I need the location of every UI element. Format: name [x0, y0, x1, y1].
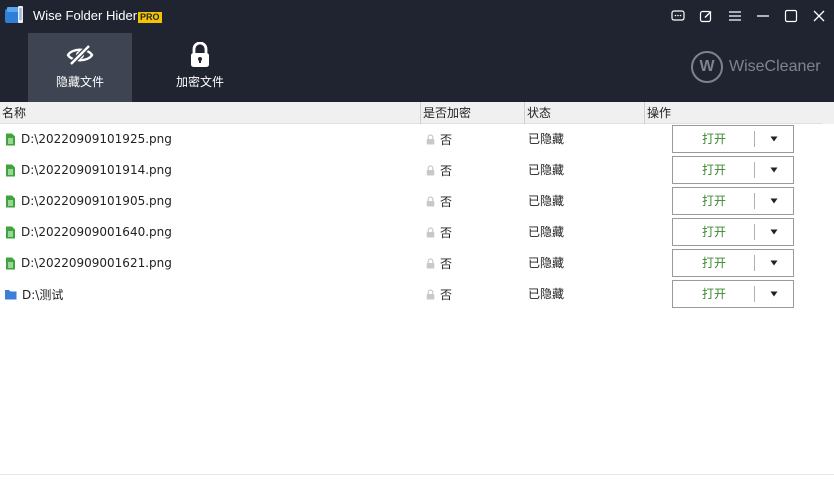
encrypted-value: 否	[440, 163, 453, 178]
action-split-button: 打开	[672, 156, 794, 184]
status-text: 已隐藏	[528, 163, 565, 177]
wisecleaner-logo-icon: W	[691, 51, 723, 83]
chat-icon	[671, 10, 685, 21]
encrypted-value: 否	[440, 225, 453, 240]
column-header-action[interactable]: 操作	[645, 102, 671, 124]
dropdown-arrow-icon	[770, 260, 778, 266]
close-icon	[813, 10, 825, 22]
file-icon	[6, 226, 15, 238]
dropdown-arrow-icon	[770, 198, 778, 204]
hamburger-icon	[729, 11, 741, 21]
table-header: 名称 是否加密 状态 操作	[0, 102, 834, 124]
open-button[interactable]: 打开	[673, 188, 755, 214]
column-header-encrypted[interactable]: 是否加密	[421, 102, 471, 124]
table-row[interactable]: D:\20220909101925.png 否 已隐藏 打开	[0, 124, 834, 155]
file-name: D:\20220909101914.png	[21, 163, 172, 177]
lock-icon	[426, 226, 435, 237]
encrypted-value: 否	[440, 194, 453, 209]
file-icon	[6, 164, 15, 176]
lock-icon	[426, 195, 435, 206]
status-bar-divider	[0, 474, 834, 475]
status-text: 已隐藏	[528, 132, 565, 146]
open-button[interactable]: 打开	[673, 219, 755, 245]
lock-icon	[426, 288, 435, 299]
minimize-button[interactable]	[751, 5, 775, 27]
scrollbar[interactable]	[822, 102, 834, 124]
status-text: 已隐藏	[528, 225, 565, 239]
action-dropdown-button[interactable]	[755, 219, 793, 245]
open-button[interactable]: 打开	[673, 157, 755, 183]
tab-hide-files[interactable]: 隐藏文件	[28, 33, 132, 102]
lock-icon	[426, 164, 435, 175]
open-button[interactable]: 打开	[673, 281, 755, 307]
maximize-icon	[784, 9, 798, 23]
lock-icon	[426, 133, 435, 144]
status-text: 已隐藏	[528, 194, 565, 208]
file-name: D:\测试	[22, 287, 64, 302]
app-title: Wise Folder Hider	[33, 8, 138, 23]
tab-encrypt-files-label: 加密文件	[175, 75, 224, 89]
action-split-button: 打开	[672, 125, 794, 153]
status-text: 已隐藏	[528, 287, 565, 301]
open-button[interactable]: 打开	[673, 126, 755, 152]
column-header-status[interactable]: 状态	[525, 102, 551, 124]
maximize-button[interactable]	[779, 5, 803, 27]
app-logo-icon	[5, 5, 27, 25]
action-split-button: 打开	[672, 249, 794, 277]
encrypted-value: 否	[440, 287, 453, 302]
table-row[interactable]: D:\20220909101905.png 否 已隐藏 打开	[0, 186, 834, 217]
wisecleaner-brand[interactable]: W WiseCleaner	[691, 51, 821, 83]
minimize-icon	[757, 15, 769, 17]
eye-slash-icon	[66, 44, 94, 66]
tab-encrypt-files[interactable]: 加密文件	[148, 33, 252, 102]
file-icon	[6, 257, 15, 269]
title-bar: Wise Folder Hider PRO	[0, 0, 834, 33]
menu-button[interactable]	[723, 5, 747, 27]
table-row[interactable]: D:\测试 否 已隐藏 打开	[0, 279, 834, 310]
dropdown-arrow-icon	[770, 229, 778, 235]
dropdown-arrow-icon	[770, 167, 778, 173]
main-toolbar: 隐藏文件 加密文件 W WiseCleaner	[0, 33, 834, 102]
action-split-button: 打开	[672, 280, 794, 308]
encrypted-value: 否	[440, 132, 453, 147]
brand-text: WiseCleaner	[729, 58, 821, 75]
action-split-button: 打开	[672, 218, 794, 246]
file-name: D:\20220909001621.png	[21, 256, 172, 270]
feedback-button[interactable]	[666, 5, 690, 27]
file-name: D:\20220909001640.png	[21, 225, 172, 239]
action-split-button: 打开	[672, 187, 794, 215]
pro-badge: PRO	[138, 12, 162, 23]
table-row[interactable]: D:\20220909001640.png 否 已隐藏 打开	[0, 217, 834, 248]
lock-icon	[426, 257, 435, 268]
table-row[interactable]: D:\20220909001621.png 否 已隐藏 打开	[0, 248, 834, 279]
action-dropdown-button[interactable]	[755, 126, 793, 152]
dropdown-arrow-icon	[770, 136, 778, 142]
folder-icon	[5, 289, 17, 299]
edit-button[interactable]	[694, 5, 718, 27]
column-header-name[interactable]: 名称	[0, 102, 26, 124]
encrypted-value: 否	[440, 256, 453, 271]
action-dropdown-button[interactable]	[755, 157, 793, 183]
file-icon	[6, 195, 15, 207]
edit-icon	[699, 10, 712, 23]
lock-icon	[191, 42, 209, 67]
open-button[interactable]: 打开	[673, 250, 755, 276]
file-icon	[6, 133, 15, 145]
action-dropdown-button[interactable]	[755, 250, 793, 276]
action-dropdown-button[interactable]	[755, 281, 793, 307]
dropdown-arrow-icon	[770, 291, 778, 297]
file-name: D:\20220909101905.png	[21, 194, 172, 208]
close-button[interactable]	[807, 5, 831, 27]
file-name: D:\20220909101925.png	[21, 132, 172, 146]
tab-hide-files-label: 隐藏文件	[55, 75, 104, 89]
action-dropdown-button[interactable]	[755, 188, 793, 214]
status-text: 已隐藏	[528, 256, 565, 270]
table-row[interactable]: D:\20220909101914.png 否 已隐藏 打开	[0, 155, 834, 186]
